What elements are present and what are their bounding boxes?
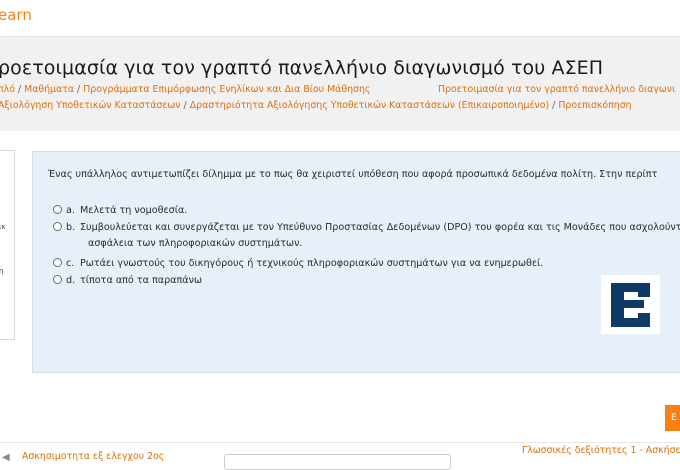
previous-activity-link[interactable]: Ασκησιμοτητα εξ ελεγχου 2ος [22, 451, 164, 462]
option-text: Συμβουλεύεται και συνεργάζεται με τον Υπ… [80, 222, 680, 233]
next-activity-link[interactable]: Γλωσσικές δεξιότητες 1 - Ασκήσει [522, 445, 680, 456]
chevron-left-icon[interactable]: ◀ [2, 452, 10, 463]
breadcrumb-item[interactable]: Προεπισκόπηση [558, 100, 631, 111]
top-navbar: earn [0, 0, 680, 37]
option-letter: c. [66, 258, 75, 269]
option-letter: a. [66, 205, 75, 216]
answer-option-c[interactable]: c. Ρωτάει γνωστούς του δικηγόρους ή τεχνι… [53, 257, 544, 269]
radio-button[interactable] [53, 221, 62, 231]
option-text: Ρωτάει γνωστούς του δικηγόρους ή τεχνικο… [80, 258, 544, 269]
breadcrumb-separator: / [183, 100, 187, 111]
next-button[interactable]: Ε [665, 405, 680, 431]
answer-option-b[interactable]: b. Συμβουλεύεται και συνεργάζεται με τον … [53, 221, 680, 233]
option-text: τίποτα από τα παραπάνω [80, 275, 202, 286]
option-letter: b. [66, 222, 76, 233]
option-letter: d. [66, 275, 76, 286]
breadcrumb: πλό / Μαθήματα / Προγράμματα Επιμόρφωσης Ενη… [0, 84, 370, 95]
breadcrumb-item[interactable]: Δραστηριότητα Αξιολόγησης Υποθετικών Κατ… [190, 100, 549, 111]
site-logo-text[interactable]: earn [0, 6, 32, 24]
info-text: ικ [0, 223, 6, 231]
breadcrumb-separator: / [77, 84, 81, 95]
radio-button[interactable] [53, 257, 62, 267]
breadcrumb-item[interactable]: Προγράμματα Επιμόρφωσης Ενηλίκων και Δια… [83, 84, 370, 95]
radio-button[interactable] [53, 274, 62, 284]
breadcrumb-item[interactable]: Μαθήματα [24, 84, 74, 95]
question-box: Ένας υπάλληλος αντιμετωπίζει δίλημμα με … [32, 151, 680, 373]
jump-to-select[interactable] [224, 454, 451, 470]
page-header: ροετοιμασία για τον γραπτό πανελλήνιο δι… [0, 37, 680, 131]
breadcrumb-separator: / [17, 84, 22, 95]
option-text: Μελετά τη νομοθεσία. [80, 205, 188, 216]
answer-option-d[interactable]: d. τίποτα από τα παραπάνω [53, 274, 202, 286]
answer-option-a[interactable]: a. Μελετά τη νομοθεσία. [53, 204, 188, 216]
info-text: η [0, 267, 4, 275]
question-text: Ένας υπάλληλος αντιμετωπίζει δίλημμα με … [48, 169, 658, 180]
e-letter-icon [611, 283, 650, 327]
breadcrumb-separator: / [552, 100, 556, 111]
breadcrumb-item[interactable]: Αξιολόγηση Υποθετικών Καταστάσεων [0, 100, 181, 111]
option-text-continued: ασφάλεια των πληροφοριακών συστημάτων. [88, 238, 303, 249]
divider [0, 442, 680, 443]
watermark-logo [601, 275, 660, 334]
radio-button[interactable] [53, 204, 62, 214]
question-info-card: ικ η [0, 150, 15, 340]
page-title: ροετοιμασία για τον γραπτό πανελλήνιο δι… [0, 57, 604, 79]
breadcrumb-item[interactable]: πλό [0, 84, 15, 95]
breadcrumb-item-course[interactable]: Προετοιμασία για τον γραπτό πανελλήνιο δ… [438, 84, 675, 95]
breadcrumb-row-2: Αξιολόγηση Υποθετικών Καταστάσεων / Δραστη… [0, 100, 632, 111]
